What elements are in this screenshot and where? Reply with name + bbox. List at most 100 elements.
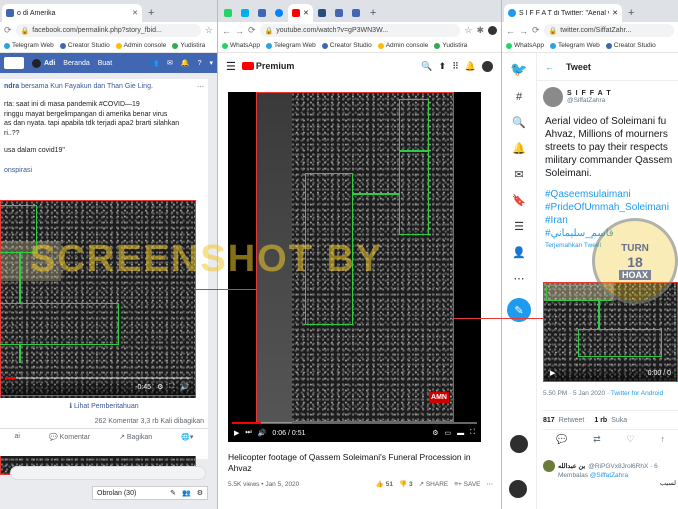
play-icon[interactable]: ▶ [234, 429, 239, 437]
volume-icon[interactable]: 🔊 [180, 383, 189, 391]
miniplayer-icon[interactable]: ▭ [444, 429, 451, 437]
heart-icon[interactable]: ♡ [627, 434, 635, 445]
twitter-logo-icon[interactable]: 🐦 [510, 61, 527, 78]
new-tab-icon[interactable]: + [365, 4, 381, 22]
gear-icon[interactable]: ⚙ [197, 489, 203, 497]
hashtag-link[interactable]: #Qaseemsulaimani [545, 188, 670, 201]
tweet-source[interactable]: Twitter for Android [611, 390, 663, 397]
apps-icon[interactable]: ⠿ [452, 61, 459, 72]
bookmark-creator[interactable]: Creator Studio [59, 42, 110, 49]
chat-bar[interactable]: Obrolan (30) ✎ 👥 ⚙ [92, 486, 208, 500]
extension-icon[interactable]: ✱ [476, 25, 484, 36]
tab-facebook-3[interactable] [348, 4, 364, 22]
more-icon[interactable]: ⋯ [514, 272, 525, 285]
next-icon[interactable]: ⏭ [245, 429, 251, 437]
profile-link[interactable]: Adi [32, 58, 55, 68]
comment-button[interactable]: 💬 Komentar [49, 433, 90, 441]
bookmark-telegram[interactable]: Telegram Web [550, 42, 600, 49]
share-button[interactable]: ↗ Bagikan [119, 433, 152, 441]
avatar[interactable] [510, 435, 528, 453]
url-field[interactable]: 🔒 youtube.com/watch?v=gP3WN3W... [259, 24, 461, 37]
hashtag-icon[interactable]: # [516, 91, 522, 103]
share-button[interactable]: ↗ SHARE [419, 480, 449, 488]
tab-youtube[interactable]: ✕ [288, 4, 313, 22]
reload-icon[interactable]: ⟳ [248, 25, 256, 36]
star-icon[interactable]: ☆ [464, 25, 472, 36]
url-field[interactable]: 🔒 facebook.com/permalink.php?story_fbid.… [15, 24, 201, 37]
friends-icon[interactable]: 👥 [150, 59, 159, 67]
like-button[interactable]: ai [15, 433, 20, 441]
bookmark-whatsapp[interactable]: WhatsApp [506, 42, 544, 49]
reply-icon[interactable]: 💬 [556, 434, 567, 445]
search-input[interactable] [4, 57, 24, 69]
globe-icon[interactable]: 🌐▾ [181, 433, 193, 441]
bell-icon[interactable]: 🔔 [512, 142, 526, 155]
compose-icon[interactable]: ✎ [170, 489, 176, 497]
avatar[interactable] [488, 26, 497, 35]
bell-icon[interactable]: 🔔 [465, 61, 476, 72]
list-icon[interactable]: ☰ [514, 220, 524, 233]
url-field[interactable]: 🔒 twitter.com/SiffatZahr... [543, 24, 674, 37]
menu-icon[interactable]: ☰ [226, 60, 236, 73]
facebook-video[interactable]: -0:45 ⚙ ⛶ 🔊 [0, 200, 196, 396]
like-count[interactable]: 1 rb [594, 417, 607, 424]
bookmark-admin[interactable]: Admin console [377, 42, 428, 49]
more-icon[interactable]: ⋯ [197, 83, 204, 91]
retweet-count[interactable]: 817 [543, 417, 555, 424]
save-button[interactable]: ≡+ SAVE [454, 481, 480, 488]
chevron-down-icon[interactable]: ▾ [209, 59, 213, 67]
bell-icon[interactable]: 🔔 [181, 59, 190, 67]
hashtag-link[interactable]: #PrideOfUmmah_Soleimani [545, 201, 670, 214]
back-arrow-icon[interactable]: ← [545, 62, 554, 72]
home-link[interactable]: Beranda [63, 60, 89, 67]
tab-facebook-2[interactable] [331, 4, 347, 22]
bookmark-telegram[interactable]: Telegram Web [4, 42, 54, 49]
avatar[interactable] [482, 60, 493, 72]
group-icon[interactable]: 👥 [182, 489, 191, 497]
close-icon[interactable]: ✕ [612, 9, 618, 17]
fullscreen-icon[interactable]: ⛶ [470, 429, 475, 437]
close-icon[interactable]: ✕ [303, 9, 309, 17]
theater-icon[interactable]: ▬ [457, 430, 464, 437]
share-icon[interactable]: ↑ [661, 434, 666, 445]
tweet-author[interactable]: S I F F A T @SiffatZahra [537, 81, 678, 113]
messenger-icon[interactable]: ✉ [167, 59, 173, 67]
upload-icon[interactable]: ⬆ [439, 61, 447, 72]
forward-icon[interactable]: → [235, 26, 244, 36]
retweet-icon[interactable]: ⇄ [593, 434, 601, 445]
play-icon[interactable]: ▶ [550, 369, 555, 377]
back-icon[interactable]: ← [506, 26, 515, 36]
post-hashtag[interactable]: onspirasi [4, 166, 204, 176]
bookmark-icon[interactable]: 🔖 [512, 194, 526, 207]
create-link[interactable]: Buat [98, 60, 112, 67]
youtube-player[interactable]: AMN ▶ ⏭ 🔊 0:06 / 0:51 ⚙ ▭ ▬ ⛶ [228, 92, 481, 442]
see-translation-link[interactable]: ℹ Lihat Pemberitahuan [0, 398, 208, 410]
search-icon[interactable]: 🔍 [421, 61, 432, 72]
bookmark-whatsapp[interactable]: WhatsApp [222, 42, 260, 49]
back-icon[interactable]: ← [222, 26, 231, 36]
bookmark-yudistira[interactable]: Yudistira [172, 42, 205, 49]
forward-icon[interactable]: → [519, 26, 528, 36]
search-icon[interactable]: 🔍 [512, 116, 526, 129]
bookmark-creator[interactable]: Creator Studio [321, 42, 372, 49]
reload-icon[interactable]: ⟳ [4, 25, 12, 36]
tab-messenger[interactable] [271, 4, 287, 22]
gear-icon[interactable]: ⚙ [432, 429, 438, 437]
profile-icon[interactable]: 👤 [512, 246, 526, 259]
tab-facebook[interactable] [254, 4, 270, 22]
comment-input[interactable] [10, 466, 206, 480]
youtube-logo[interactable]: Premium [241, 61, 294, 71]
reply-tweet[interactable]: بن عبدالله @RiPGVx8Jrol6RhX · 6 Membalas… [543, 460, 678, 487]
dislike-button[interactable]: 👎 3 [399, 480, 413, 488]
volume-icon[interactable]: 🔊 [258, 429, 267, 437]
new-tab-icon[interactable]: + [143, 4, 159, 22]
reload-icon[interactable]: ⟳ [532, 25, 540, 36]
tab-whatsapp[interactable] [220, 4, 236, 22]
post-author[interactable]: ndra [4, 83, 19, 90]
star-icon[interactable]: ☆ [205, 25, 213, 36]
question-icon[interactable]: ? [198, 60, 202, 67]
tab-skype[interactable] [237, 4, 253, 22]
reply-to-link[interactable]: @SiffatZahra [590, 472, 628, 479]
gear-icon[interactable]: ⚙ [157, 383, 163, 391]
tab-facebook[interactable]: o di Amerika ✕ [2, 4, 142, 22]
